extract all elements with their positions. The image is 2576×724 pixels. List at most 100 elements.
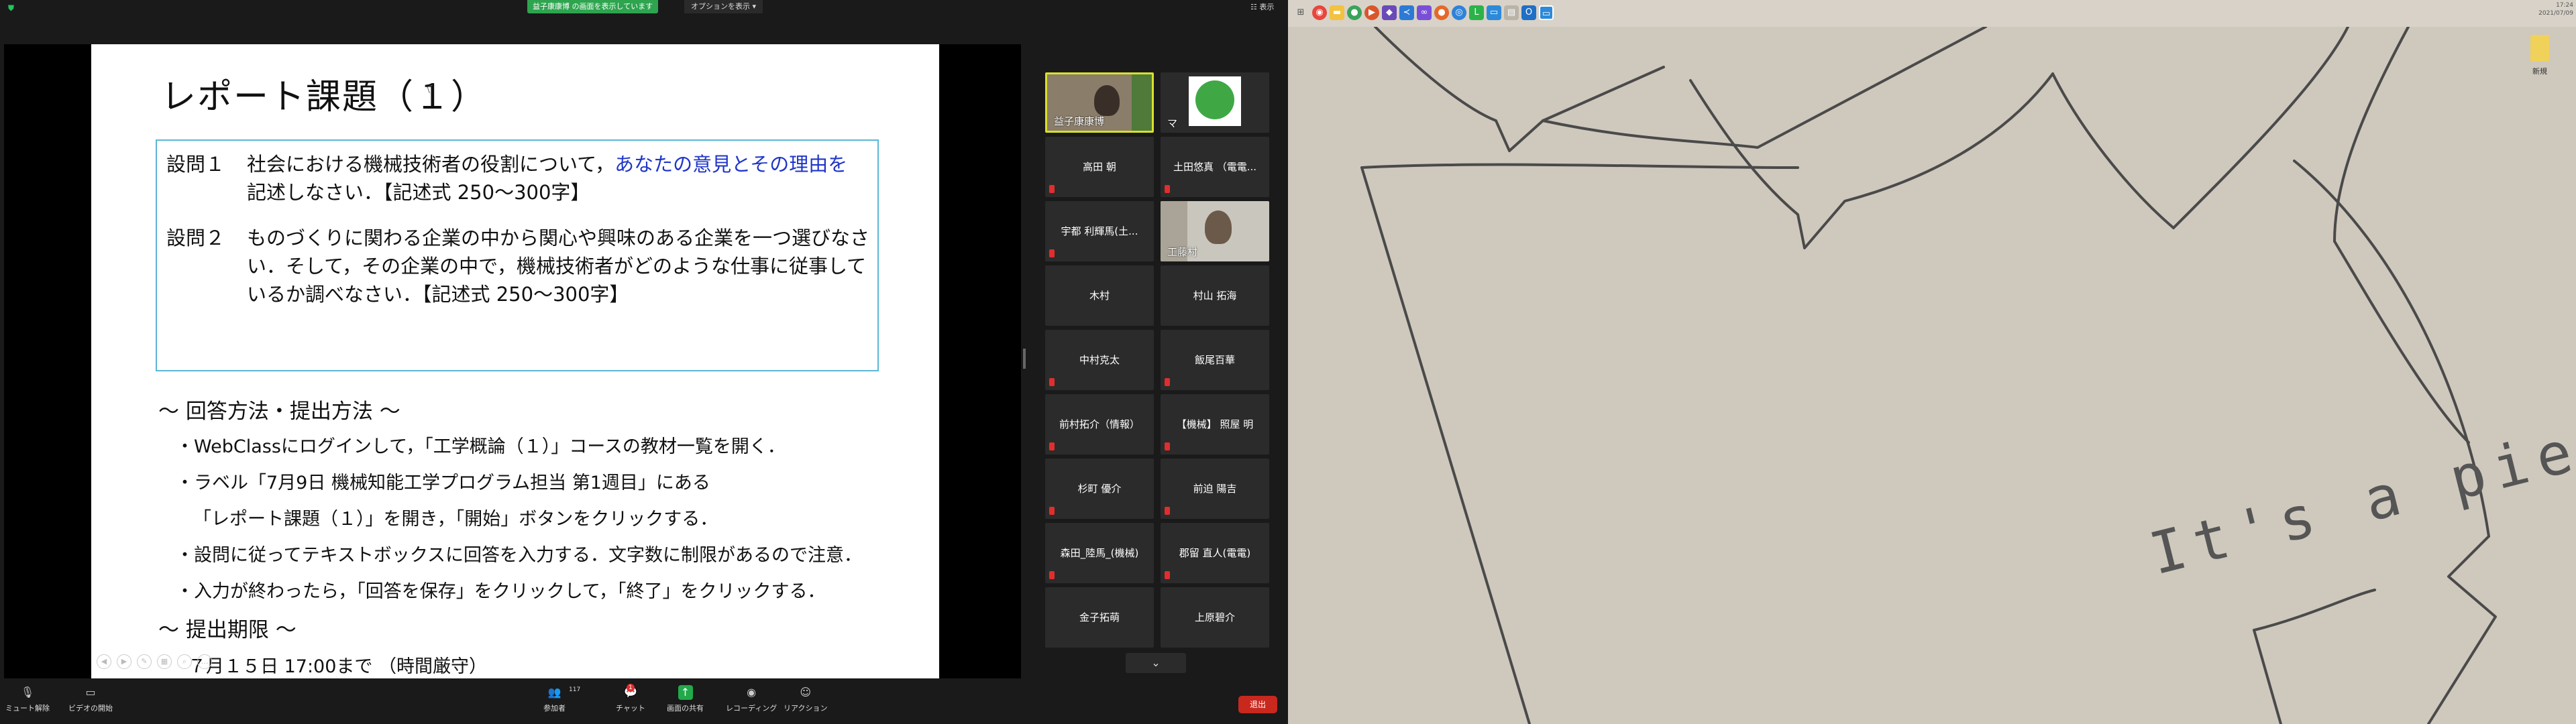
reactions-label: リアクション: [784, 704, 828, 713]
participant-tile[interactable]: 宇都 利輝馬(土...: [1045, 201, 1154, 261]
splitter-handle[interactable]: [1023, 349, 1026, 369]
participant-name: 前村拓介（情報）: [1059, 418, 1140, 430]
chat-button[interactable]: 💬 1 チャット: [616, 684, 645, 713]
line-icon[interactable]: L: [1469, 5, 1484, 20]
mute-button[interactable]: 🎙 ミュート解除: [5, 685, 50, 713]
video-off-icon: ▭: [85, 686, 96, 699]
participants-icon: 👥: [547, 686, 561, 699]
mic-muted-icon: [1165, 571, 1170, 579]
participant-tile[interactable]: 中村克太: [1045, 330, 1154, 390]
presentation-slide: レポート課題（１） 設問１ 社会における機械技術者の役割について，あなたの意見と…: [91, 44, 939, 678]
firefox-icon[interactable]: ●: [1434, 5, 1449, 20]
media-player-icon[interactable]: ▶: [1364, 5, 1379, 20]
app-icon[interactable]: ▤: [1504, 5, 1519, 20]
question-1-text: 社会における機械技術者の役割について，: [247, 153, 615, 176]
plant-image: [1132, 74, 1152, 131]
pen-icon[interactable]: ✎: [137, 654, 152, 669]
participant-name: 高田 朝: [1083, 161, 1116, 173]
chat-label: チャット: [616, 704, 645, 713]
participant-tile[interactable]: 工藤村: [1161, 201, 1269, 261]
sketch-line: [2427, 535, 2497, 724]
chrome-icon[interactable]: ◉: [1312, 5, 1327, 20]
participants-button[interactable]: 👥 参加者 117: [543, 685, 580, 713]
record-icon: ◉: [747, 686, 757, 699]
participant-name: 杉町 優介: [1077, 483, 1122, 495]
mute-label: ミュート解除: [5, 704, 50, 713]
view-button[interactable]: ☷ 表示: [1250, 3, 1274, 12]
windows-start-icon[interactable]: ⊞: [1293, 5, 1308, 20]
record-button[interactable]: ◉ レコーディング: [726, 685, 777, 713]
mic-muted-icon: [1165, 507, 1170, 515]
shield-icon[interactable]: ⛊: [8, 4, 15, 13]
wallpaper-drawing: [1360, 27, 2497, 724]
app-icon[interactable]: ◆: [1382, 5, 1397, 20]
participant-tile[interactable]: 前村拓介（情報）: [1045, 394, 1154, 455]
participant-tile[interactable]: 杉町 優介: [1045, 459, 1154, 519]
participant-name: 村山 拓海: [1193, 290, 1237, 302]
outlook-icon[interactable]: O: [1521, 5, 1536, 20]
view-label: 表示: [1259, 3, 1275, 11]
app-icon[interactable]: ◎: [1452, 5, 1466, 20]
participant-tile[interactable]: 森田_陸馬_(機械): [1045, 523, 1154, 583]
microphone-muted-icon: 🎙: [20, 686, 35, 699]
participant-tile[interactable]: 前迫 陽吉: [1161, 459, 1269, 519]
grid-icon[interactable]: ▦: [157, 654, 172, 669]
mic-muted-icon: [1165, 185, 1170, 193]
start-video-button[interactable]: ▭ ビデオの開始: [68, 685, 113, 713]
participant-tile[interactable]: 郡留 直人(電電): [1161, 523, 1269, 583]
participant-tile[interactable]: マ: [1161, 72, 1269, 133]
meeting-toolbar: 🎙 ミュート解除 ▭ ビデオの開始 👥 参加者 117 💬 1 チャット ↑ 画面の共有 ◉ レ…: [0, 682, 1288, 724]
zoom-active-icon[interactable]: ▭: [1539, 5, 1554, 20]
avatar-mascot: [1195, 80, 1234, 119]
mic-muted-icon: [1049, 378, 1055, 386]
participant-tile[interactable]: 【機械】 照屋 明: [1161, 394, 1269, 455]
participant-video: [1205, 210, 1232, 244]
chat-badge: 1: [627, 684, 635, 692]
section-heading-method: 〜 回答方法・提出方法 〜: [158, 400, 400, 424]
view-options-button[interactable]: オプションを表示 ▾: [684, 0, 763, 13]
vscode-icon[interactable]: ≺: [1399, 5, 1414, 20]
zoom-window: ⛊ 益子康康博 の画面を表示しています オプションを表示 ▾ ☷ 表示 レポート…: [0, 0, 1288, 724]
sketch-line: [1689, 72, 2054, 249]
participant-tile[interactable]: 高田 朝: [1045, 137, 1154, 197]
taskbar-clock[interactable]: 17:24 2021/07/09: [2538, 1, 2573, 17]
gallery-scroll-down[interactable]: ⌄: [1126, 653, 1186, 673]
participant-name: 木村: [1089, 290, 1110, 302]
shared-screen: レポート課題（１） 設問１ 社会における機械技術者の役割について，あなたの意見と…: [4, 44, 1021, 678]
zoom-top-bar: ⛊ 益子康康博 の画面を表示しています オプションを表示 ▾ ☷ 表示: [0, 0, 1288, 15]
zoom-icon[interactable]: ▭: [1487, 5, 1501, 20]
view-options-label: オプションを表示: [691, 2, 750, 11]
participants-count: 117: [569, 686, 581, 693]
participant-tile[interactable]: 飯尾百華: [1161, 330, 1269, 390]
participant-tile[interactable]: 土田悠真 （電電...: [1161, 137, 1269, 197]
more-icon[interactable]: …: [197, 654, 212, 669]
participant-tile[interactable]: 村山 拓海: [1161, 265, 1269, 326]
zoom-icon[interactable]: ⌕: [177, 654, 192, 669]
mic-muted-icon: [1049, 442, 1055, 450]
participant-tile[interactable]: 木村: [1045, 265, 1154, 326]
chevron-down-icon: ⌄: [1151, 656, 1161, 669]
file-explorer-icon[interactable]: ▬: [1330, 5, 1344, 20]
visual-studio-icon[interactable]: ∞: [1417, 5, 1432, 20]
participants-label: 参加者: [543, 704, 566, 713]
mic-muted-icon: [1049, 507, 1055, 515]
share-screen-button[interactable]: ↑ 画面の共有: [667, 685, 704, 713]
participant-tile[interactable]: 金子拓萌: [1045, 587, 1154, 648]
question-1-body: 社会における機械技術者の役割について，あなたの意見とその理由を 記述しなさい．【記…: [247, 150, 877, 206]
instruction-item: ・設問に従ってテキストボックスに回答を入力する．文字数に制限があるので注意．: [176, 545, 863, 566]
instruction-item: ・ラベル「7月9日 機械知能工学プログラム担当 第1週目」にある: [176, 473, 710, 493]
app-icon[interactable]: ●: [1347, 5, 1362, 20]
participant-name: 飯尾百華: [1194, 354, 1235, 366]
mic-muted-icon: [1049, 571, 1055, 579]
sketch-line: [2253, 629, 2282, 724]
sketch-line: [1542, 66, 1665, 122]
question-2-number: 設問２: [166, 227, 225, 249]
participant-tile[interactable]: 益子康康博: [1045, 72, 1154, 133]
clock-time: 17:24: [2556, 2, 2573, 9]
participant-tile[interactable]: 上原碧介: [1161, 587, 1269, 648]
leave-meeting-button[interactable]: 退出: [1238, 696, 1277, 713]
reactions-button[interactable]: ☺ リアクション: [784, 685, 827, 713]
next-icon[interactable]: ▶: [117, 654, 131, 669]
previous-icon[interactable]: ◀: [97, 654, 111, 669]
sketch-line: [2333, 240, 2470, 444]
